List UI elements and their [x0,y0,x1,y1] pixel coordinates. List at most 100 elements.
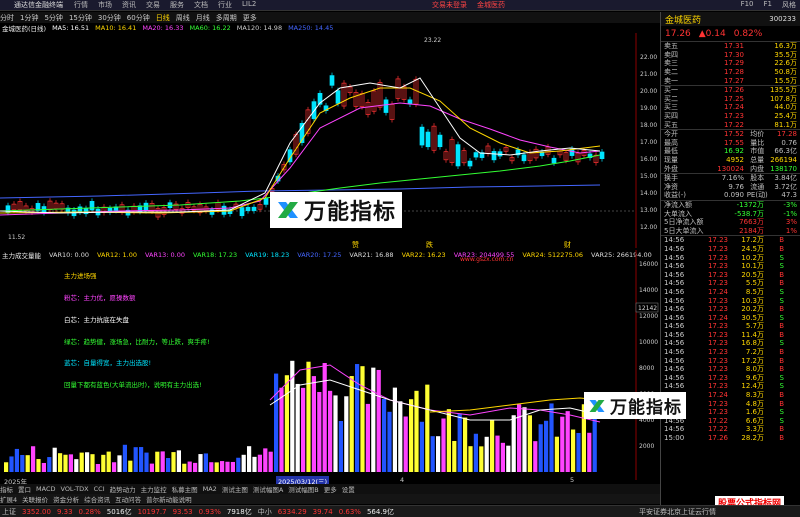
index-label[interactable]: 上证 [2,507,16,517]
trade-login-status[interactable]: 交易未登录 [432,0,467,10]
period-tab-active[interactable]: 日线 [156,13,170,23]
indicator-tab[interactable]: 测试幅图A [253,484,283,494]
menu-item-board[interactable]: 市场 [98,0,122,10]
axis-tick-label: 22.00 [640,54,657,61]
period-tab[interactable]: 更多 [243,13,257,23]
ma20-label: MA20: 16.33 [142,24,184,32]
extension-tab[interactable]: 普尔新动能说明 [146,494,192,504]
index-label[interactable]: 中小 [258,507,272,517]
axis-tick-label: 17.00 [640,139,657,146]
extension-tab[interactable]: 综合资讯 [84,494,110,504]
brand-logo-icon [278,202,298,218]
volume-bar [338,420,343,472]
menu-item-news[interactable]: 资讯 [122,0,146,10]
tick-time: 14:56 [664,313,685,322]
index-change: 39.74 [312,507,333,516]
indicator-tab[interactable]: 指标 [0,484,13,494]
date-label: 4 [400,476,405,484]
f1-button[interactable]: F1 [764,0,772,10]
indicator-tab[interactable]: 测试主图 [222,484,248,494]
volume-bar [355,364,360,472]
volume-bar [511,415,516,472]
indicator-tab[interactable]: MACD [36,485,55,493]
menu-item-l2[interactable]: LIL2 [242,0,266,10]
period-tab[interactable]: 5分钟 [44,13,62,23]
menu-item-industry[interactable]: 行业 [218,0,242,10]
menu-item-docs[interactable]: 文档 [194,0,218,10]
indicator-tab[interactable]: 设置 [342,484,355,494]
period-tab[interactable]: 月线 [196,13,210,23]
extension-tab[interactable]: 资金分析 [53,494,79,504]
axis-tick-label: 16000 [639,261,658,268]
volume-bar [479,446,484,472]
stock-title-tab[interactable]: 金城医药 [477,0,505,10]
candle-body [491,151,497,161]
indicator-tab[interactable]: CCI [94,485,105,493]
volume-bar [538,424,543,472]
indicator-tab[interactable]: 趋势动力 [110,484,136,494]
period-tab[interactable]: 30分钟 [98,13,121,23]
period-tab[interactable]: 15分钟 [69,13,92,23]
period-tab[interactable]: 60分钟 [127,13,150,23]
candle-body [251,206,257,211]
event-mark[interactable]: 赞 [352,240,359,248]
main-menu: 行情 市场 资讯 交易 服务 文档 行业 LIL2 [74,0,266,10]
indicator-tab[interactable]: VOL-TDX [60,485,88,493]
tick-direction: B [779,348,784,357]
extension-tab[interactable]: 互动问答 [115,494,141,504]
axis-tick-label: 13.00 [640,207,657,214]
index-value: 6334.29 [277,507,307,516]
candle-body [437,134,443,148]
extension-tab[interactable]: 扩展4 [0,494,17,504]
volume-bar [74,459,79,472]
extension-tabs: 扩展4 关联报价 资金分析 综合资讯 互动问答 普尔新动能说明 [0,494,660,504]
volume-bar [220,461,225,472]
volume-bar [554,436,559,472]
tick-price: 17.23 [707,236,728,245]
volume-bar [112,462,117,472]
tick-price: 17.23 [707,270,728,279]
menu-item-market[interactable]: 行情 [74,0,98,10]
candle-body [599,151,605,160]
volume-bar [500,442,505,472]
volume-bar [457,413,462,472]
style-button[interactable]: 风格 [782,0,796,10]
volume-bar [360,366,365,472]
menu-item-service[interactable]: 服务 [170,0,194,10]
event-mark[interactable]: 跌 [426,240,433,248]
f10-button[interactable]: F10 [741,0,754,10]
period-tab[interactable]: 分时 [0,13,14,23]
indicator-tab[interactable]: 更多 [324,484,337,494]
tick-direction: B [779,305,784,314]
indicator-tab[interactable]: 主力监控 [141,484,167,494]
volume-bar [344,396,349,472]
indicator-tab[interactable]: MA2 [203,485,217,493]
server-status[interactable]: 平安证券北京上证云行情 [639,507,716,517]
event-mark[interactable]: 财 [564,240,571,248]
volume-bar [31,446,36,472]
volume-bar [9,456,14,472]
axis-tick-label: 15.00 [640,173,657,180]
volume-bar [306,361,311,472]
candle-body [473,152,479,158]
ask-row: 卖一 17.27 15.5万 [664,76,797,85]
volume-bar [382,398,387,472]
period-tab[interactable]: 1分钟 [20,13,38,23]
title-bar: 通达信金融终端 行情 市场 资讯 交易 服务 文档 行业 LIL2 交易未登录 … [0,0,800,11]
volume-bar [446,409,451,472]
tick-price: 17.23 [707,244,728,253]
period-tab[interactable]: 周线 [176,13,190,23]
volume-bar [198,454,203,472]
period-tab[interactable]: 多周期 [216,13,237,23]
menu-item-trade[interactable]: 交易 [146,0,170,10]
axis-tick-label: 18.00 [640,122,657,129]
indicator-tab[interactable]: 置口 [18,484,31,494]
volume-bar [392,387,397,472]
extension-tab[interactable]: 关联报价 [22,494,48,504]
indicator-tab[interactable]: 测试幅图B [288,484,318,494]
volume-bar [90,454,95,472]
volume-bar [425,384,430,472]
volume-bar [160,451,165,472]
indicator-tab[interactable]: 私募主图 [172,484,198,494]
volume-bar [95,463,100,472]
